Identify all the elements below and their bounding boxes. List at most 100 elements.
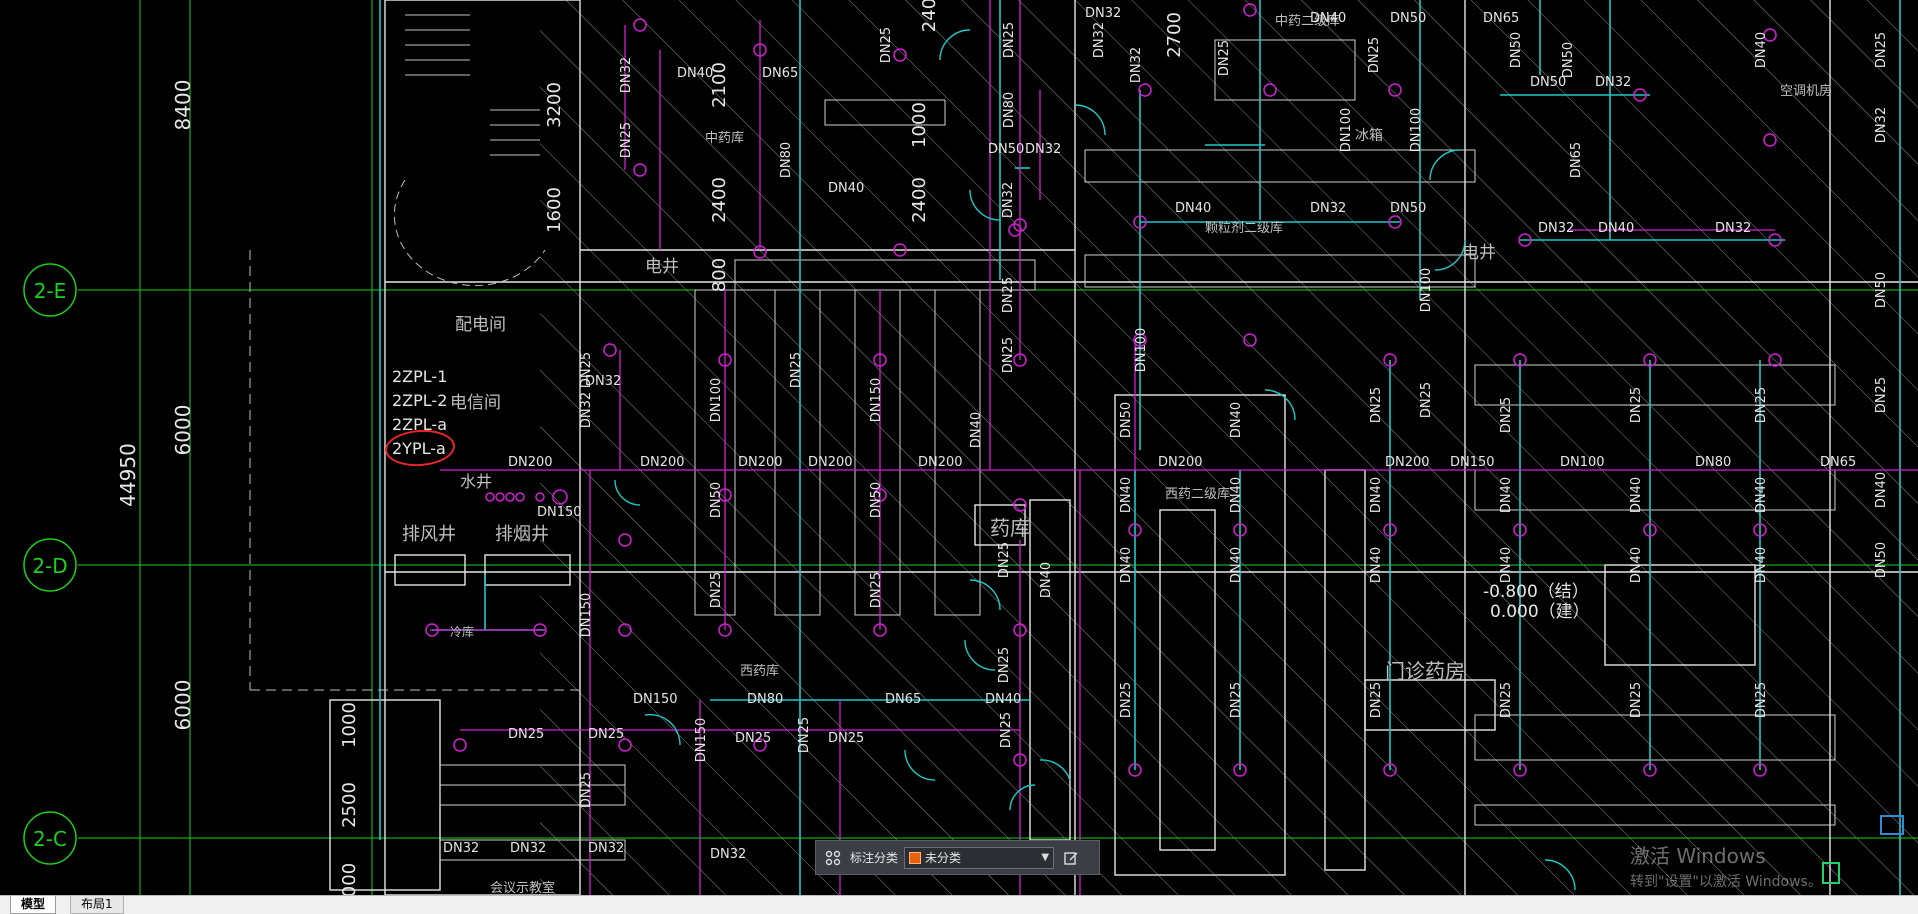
pipe-label: DN200 <box>508 455 553 470</box>
pipe-label: DN25 <box>1367 37 1382 73</box>
dim-2400-a: 2400 <box>709 177 730 223</box>
pipe-label: DN50 <box>1561 42 1576 78</box>
pipe-label: DN40 <box>1369 477 1384 513</box>
pipe-label: DN150 <box>1450 455 1495 470</box>
pipe-label: DN25 <box>735 731 771 746</box>
pipe-label: DN32 <box>1874 107 1889 143</box>
pipe-label: DN40 <box>1499 477 1514 513</box>
axis-label-2-E: 2-E <box>34 279 67 303</box>
pipe-label: DN32 <box>443 841 479 856</box>
windows-activation-watermark: 激活 Windows 转到"设置"以激活 Windows。 <box>1630 840 1822 891</box>
pipe-label: DN25 <box>1002 22 1017 58</box>
pipe-label: DN150 <box>579 593 594 638</box>
stairs <box>249 14 580 691</box>
tab-layout1[interactable]: 布局1 <box>70 896 124 914</box>
cad-model-space[interactable]: 2-E 2-D 2-C 8400 6000 6000 44950 1000 25… <box>0 0 1918 895</box>
room-label: 水井 <box>460 472 492 491</box>
room-label: 门诊药房 <box>1385 659 1465 683</box>
dim-1000: 1000 <box>339 702 360 748</box>
cad-drawing[interactable]: 2-E 2-D 2-C 8400 6000 6000 44950 1000 25… <box>0 0 1918 895</box>
pipe-label: DN40 <box>969 412 984 448</box>
edit-icon[interactable] <box>1060 847 1082 869</box>
pipe-label: DN25 <box>1629 682 1644 718</box>
pipe-label: DN32 <box>1538 221 1574 236</box>
dim-000: 000 <box>339 863 360 895</box>
pipe-label: DN25 <box>1419 382 1434 418</box>
pipe-label: DN40 <box>1629 477 1644 513</box>
dim-1000-b: 1000 <box>909 102 930 148</box>
pipe-label: DN50 <box>1390 11 1426 26</box>
annotation-category-select[interactable]: 未分类 ▼ <box>904 846 1055 869</box>
pipe-label: DN50 <box>1390 201 1426 216</box>
pipe-label: DN50 <box>1874 542 1889 578</box>
pipe-label: DN100 <box>1339 108 1354 153</box>
pipe-label: DN40 <box>1175 201 1211 216</box>
pipe-label: DN150 <box>869 378 884 423</box>
pipe-label: DN25 <box>1754 387 1769 423</box>
pipe-label: DN32 <box>1092 22 1107 58</box>
pipe-label: DN100 <box>709 378 724 423</box>
viewcube-icon[interactable] <box>1880 815 1904 835</box>
floor-hatch <box>540 0 1918 895</box>
pipe-label: DN65 <box>885 692 921 707</box>
pipe-label: DN32 <box>1310 201 1346 216</box>
pipe-label: DN40 <box>1754 477 1769 513</box>
status-icon[interactable] <box>1822 862 1840 884</box>
pipe-label: DN200 <box>640 455 685 470</box>
pipe-label: DN25 <box>579 352 594 388</box>
watermark-subtitle: 转到"设置"以激活 Windows。 <box>1630 874 1822 890</box>
pipe-label: DN65 <box>1483 11 1519 26</box>
pipe-label: DN40 <box>1229 477 1244 513</box>
pipe-label: DN32 <box>1085 6 1121 21</box>
grid-icon[interactable] <box>822 847 844 869</box>
pipe-label: DN40 <box>1754 32 1769 68</box>
pipe-label: DN25 <box>997 542 1012 578</box>
annotation-category-value: 未分类 <box>925 851 962 865</box>
room-label: 冷库 <box>450 624 474 639</box>
pipe-label: DN25 <box>1001 337 1016 373</box>
pipe-label: DN200 <box>1158 455 1203 470</box>
pipe-label: DN40 <box>1310 11 1346 26</box>
elevation-label: -0.800（结） <box>1483 582 1589 602</box>
room-label: 排风井 <box>402 524 456 545</box>
pipe-label: DN200 <box>808 455 853 470</box>
pipe-label: DN25 <box>1369 682 1384 718</box>
pipe-label: DN200 <box>918 455 963 470</box>
pipe-label: DN40 <box>1119 547 1134 583</box>
pipe-label: DN40 <box>1229 402 1244 438</box>
pipe-label: DN25 <box>828 731 864 746</box>
pipe-label: DN25 <box>1874 377 1889 413</box>
layout-tab-bar: 模型 布局1 <box>0 895 1918 914</box>
chevron-down-icon: ▼ <box>1041 852 1050 863</box>
pipe-label: DN25 <box>789 352 804 388</box>
pipe-label: DN65 <box>1569 142 1584 178</box>
pipe-label: DN25 <box>1499 397 1514 433</box>
pipe-label: DN150 <box>537 505 582 520</box>
pipe-label: DN25 <box>579 772 594 808</box>
pipe-label: DN100 <box>1560 455 1605 470</box>
tab-model[interactable]: 模型 <box>10 896 57 914</box>
pipe-label: DN25 <box>1229 682 1244 718</box>
pipe-label: DN100 <box>1134 328 1149 373</box>
room-label: 西药二级库 <box>1165 486 1230 502</box>
pipe-label: DN40 <box>828 181 864 196</box>
pipe-label: DN50 <box>1874 272 1889 308</box>
pipe-label: DN150 <box>633 692 678 707</box>
pipe-label: DN40 <box>677 66 713 81</box>
pipe-label: DN25 <box>1369 387 1384 423</box>
room-label: 空调机房 <box>1780 83 1832 99</box>
pipe-label: DN32 <box>1715 221 1751 236</box>
room-label: 电信间 <box>450 393 501 413</box>
pipe-label: DN80 <box>1002 92 1017 128</box>
pipe-label: DN25 <box>619 122 634 158</box>
pipe-label: DN32 <box>510 841 546 856</box>
dim-240: 240 <box>919 0 940 32</box>
riser-label: 2ZPL-2 <box>392 391 447 410</box>
dim-800: 800 <box>709 258 730 292</box>
pipe-label: DN40 <box>1499 547 1514 583</box>
pipe-label: DN150 <box>694 718 709 763</box>
room-label: 颗粒剂二级库 <box>1205 220 1283 236</box>
pipe-label: DN40 <box>1874 472 1889 508</box>
pipe-label: DN80 <box>779 142 794 178</box>
room-label: 会议示教室 <box>490 880 555 895</box>
